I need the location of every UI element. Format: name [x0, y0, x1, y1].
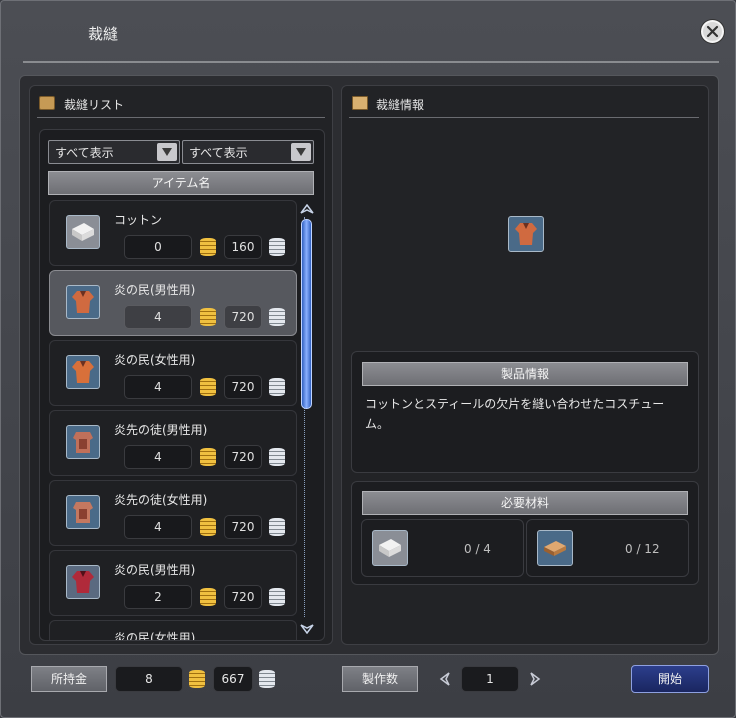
filter-dropdown-1-value: すべて表示 [55, 146, 114, 160]
silver-cost: 720 [224, 515, 262, 539]
cotton-icon [372, 530, 408, 566]
gold-coin-icon [200, 588, 216, 606]
list-item[interactable]: 炎先の徒(男性用) 4 720 [49, 410, 297, 476]
gold-coin-icon [200, 238, 216, 256]
item-name: 炎の民(女性用) [114, 631, 196, 640]
silver-cost: 720 [224, 445, 262, 469]
scroll-down-button[interactable] [299, 621, 315, 635]
gold-coin-icon [200, 378, 216, 396]
silver-cost: 720 [224, 585, 262, 609]
gold-coin-icon [200, 518, 216, 536]
window-title: 裁縫 [88, 25, 119, 43]
leather-icon [537, 530, 573, 566]
silver-coin-icon [269, 588, 285, 606]
list-item-selected[interactable]: 炎の民(男性用) 4 720 [49, 270, 297, 336]
gold-cost: 4 [124, 305, 192, 329]
info-panel-title: 裁縫情報 [376, 98, 425, 112]
book-icon [352, 96, 368, 110]
armor-icon [66, 495, 100, 529]
item-name: 炎の民(男性用) [114, 563, 196, 577]
item-name: 炎の民(男性用) [114, 283, 196, 297]
silver-cost: 160 [224, 235, 262, 259]
costume-icon [66, 355, 100, 389]
money-silver: 667 [213, 666, 253, 692]
gold-cost: 4 [124, 515, 192, 539]
chevron-left-icon [439, 672, 450, 686]
increment-button[interactable] [527, 671, 543, 687]
material-slot[interactable]: 0 / 12 [526, 519, 689, 577]
silver-coin-icon [269, 238, 285, 256]
list-panel-divider [37, 117, 325, 118]
craft-count-label: 製作数 [342, 666, 418, 692]
silver-cost: 720 [224, 305, 262, 329]
gold-coin-icon [200, 448, 216, 466]
silver-coin-icon [269, 378, 285, 396]
close-icon [706, 25, 719, 38]
product-description: コットンとスティールの欠片を縫い合わせたコスチューム。 [365, 397, 665, 431]
item-name: 炎先の徒(女性用) [114, 493, 208, 507]
silver-cost: 720 [224, 375, 262, 399]
item-name: 炎の民(女性用) [114, 353, 196, 367]
scrollbar-thumb[interactable] [301, 219, 312, 409]
chevron-down-icon [300, 624, 314, 634]
tailoring-window: 裁縫 裁縫リスト すべて表示 すべて表示 アイテム名 コットン 0 160 炎の… [0, 0, 736, 718]
list-panel-title: 裁縫リスト [64, 98, 125, 112]
chest-icon [39, 96, 55, 110]
materials-header: 必要材料 [362, 491, 688, 515]
list-item-partial-clip: 炎の民(女性用) [49, 620, 297, 640]
gold-cost: 0 [124, 235, 192, 259]
title-divider [23, 61, 719, 63]
costume-red-icon [66, 565, 100, 599]
chevron-right-icon [530, 672, 541, 686]
filter-dropdown-2-value: すべて表示 [189, 146, 248, 160]
product-info-header: 製品情報 [362, 362, 688, 386]
item-name: 炎先の徒(男性用) [114, 423, 208, 437]
silver-coin-icon [269, 518, 285, 536]
gold-coin-icon [200, 308, 216, 326]
armor-icon [66, 425, 100, 459]
gold-cost: 4 [124, 375, 192, 399]
chevron-down-icon [296, 148, 306, 156]
craft-count-input[interactable]: 1 [461, 666, 519, 692]
decrement-button[interactable] [437, 671, 453, 687]
start-button[interactable]: 開始 [631, 665, 709, 693]
cotton-icon [66, 215, 100, 249]
gold-cost: 2 [124, 585, 192, 609]
material-count: 0 / 12 [625, 542, 660, 556]
money-label: 所持金 [31, 666, 107, 692]
chevron-up-icon [300, 204, 314, 214]
material-count: 0 / 4 [464, 542, 491, 556]
scroll-up-button[interactable] [299, 203, 315, 217]
item-name-column-header[interactable]: アイテム名 [48, 171, 314, 195]
chevron-down-icon [162, 148, 172, 156]
silver-coin-icon [269, 308, 285, 326]
list-item[interactable]: 炎の民(女性用) 4 720 [49, 340, 297, 406]
gold-cost: 4 [124, 445, 192, 469]
filter-dropdown-2[interactable]: すべて表示 [182, 140, 314, 164]
filter-dropdown-1[interactable]: すべて表示 [48, 140, 180, 164]
list-item[interactable]: 炎の民(女性用) [49, 620, 297, 640]
list-item[interactable]: コットン 0 160 [49, 200, 297, 266]
dropdown-arrow [291, 143, 311, 161]
silver-coin-icon [269, 448, 285, 466]
money-gold: 8 [115, 666, 183, 692]
costume-icon [66, 285, 100, 319]
dropdown-arrow [157, 143, 177, 161]
list-item[interactable]: 炎の民(男性用) 2 720 [49, 550, 297, 616]
gold-coin-icon [189, 670, 205, 688]
info-panel-divider [349, 117, 699, 118]
silver-coin-icon [259, 670, 275, 688]
list-item[interactable]: 炎先の徒(女性用) 4 720 [49, 480, 297, 546]
close-button[interactable] [701, 20, 724, 43]
item-name: コットン [114, 213, 163, 227]
material-slot[interactable]: 0 / 4 [361, 519, 524, 577]
preview-costume-icon [508, 216, 544, 252]
